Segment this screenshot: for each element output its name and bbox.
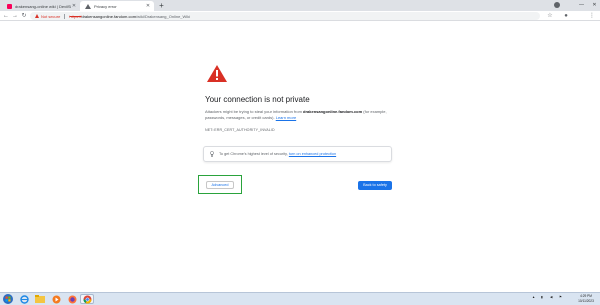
tab-privacy-error[interactable]: Privacy error ✕ [80, 1, 154, 11]
back-to-safety-button[interactable]: Back to safety [358, 181, 392, 190]
new-tab-button[interactable]: + [157, 1, 166, 10]
fandom-favicon-icon [7, 3, 12, 9]
forward-button[interactable]: → [11, 12, 19, 20]
windows-start-icon[interactable] [1, 293, 15, 305]
not-secure-warning-icon[interactable] [35, 14, 39, 18]
page-title: Your connection is not private [205, 95, 310, 104]
address-bar[interactable]: Not secure https:// drakensangonline.fan… [30, 12, 540, 20]
media-player-icon[interactable] [49, 294, 63, 304]
omnibox-divider [64, 13, 66, 19]
flag-icon[interactable]: ⚑ [559, 295, 562, 299]
close-window-button[interactable]: ✕ [589, 0, 600, 11]
enhanced-protection-text: To get Chrome's highest level of securit… [219, 152, 288, 156]
tray-expand-icon[interactable]: ▲ [532, 295, 535, 299]
browser-toolbar: ← → ↻ Not secure https:// drakensangonli… [0, 11, 600, 21]
danger-triangle-icon [207, 65, 227, 82]
windows-taskbar: ▲ ▮ ◀ ⚑ 4:29 PM 10/11/2023 [0, 292, 600, 305]
network-icon[interactable]: ▮ [541, 295, 543, 299]
firefox-icon[interactable] [65, 294, 79, 304]
profile-avatar[interactable] [554, 2, 560, 8]
not-secure-label[interactable]: Not secure [41, 14, 60, 19]
minimize-button[interactable]: — [576, 0, 587, 11]
profile-icon[interactable]: ● [562, 12, 570, 20]
clock-date: 10/11/2023 [578, 298, 594, 303]
warning-favicon-icon [85, 3, 91, 9]
url-scheme: https:// [69, 13, 82, 19]
error-message: Attackers might be trying to steal your … [205, 109, 395, 121]
advanced-button[interactable]: Advanced [206, 181, 234, 189]
tab-strip: drakensang-online wiki | DevilSlash ✕ Pr… [0, 0, 600, 11]
internet-explorer-icon[interactable] [17, 294, 31, 304]
enhanced-protection-box: To get Chrome's highest level of securit… [203, 146, 392, 162]
bookmark-star-icon[interactable]: ☆ [546, 12, 554, 20]
privacy-error-page: Your connection is not private Attackers… [0, 22, 600, 292]
file-explorer-icon[interactable] [33, 294, 47, 304]
back-button[interactable]: ← [2, 12, 10, 20]
volume-icon[interactable]: ◀ [550, 295, 552, 299]
chrome-menu-button[interactable]: ⋮ [588, 12, 596, 20]
tab-title: Privacy error [94, 3, 117, 9]
error-code[interactable]: NET::ERR_CERT_AUTHORITY_INVALID [205, 128, 275, 132]
enhanced-protection-link[interactable]: turn on enhanced protection [289, 152, 336, 156]
tab-close-icon[interactable]: ✕ [71, 3, 77, 9]
system-clock[interactable]: 4:29 PM 10/11/2023 [574, 294, 598, 303]
tab-title: drakensang-online wiki | DevilSlash [15, 3, 71, 9]
lightbulb-icon [210, 151, 214, 157]
tab-close-icon[interactable]: ✕ [145, 3, 151, 9]
learn-more-link[interactable]: Learn more [276, 115, 296, 120]
message-host: drakensangonline.fandom.com [303, 109, 363, 114]
reload-button[interactable]: ↻ [20, 12, 28, 20]
chrome-taskbar-icon[interactable] [80, 294, 94, 304]
message-prefix: Attackers might be trying to steal your … [205, 109, 304, 114]
url-host: drakensangonline.fandom.com [81, 13, 137, 19]
url-path: /wiki/Drakensang_Online_Wiki [136, 13, 191, 19]
tab-drakensang-wiki[interactable]: drakensang-online wiki | DevilSlash ✕ [2, 1, 80, 11]
